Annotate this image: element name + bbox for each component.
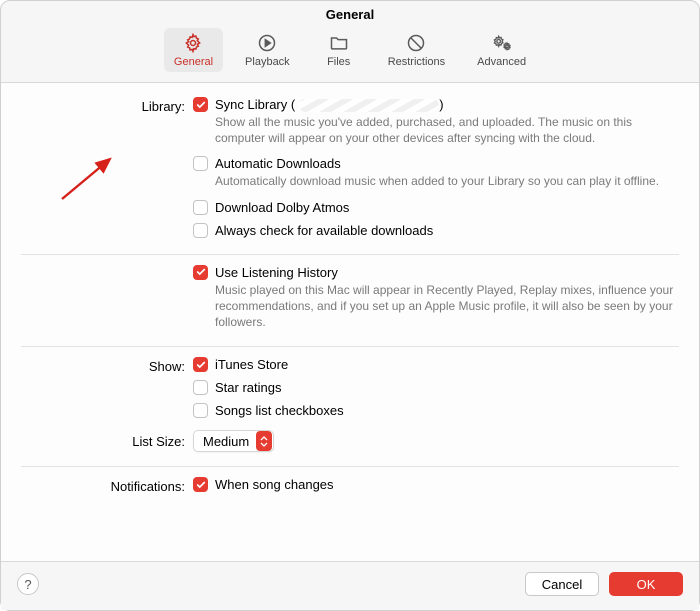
gear-icon — [182, 32, 204, 54]
itunes-store-checkbox[interactable] — [193, 357, 208, 372]
tab-label: Playback — [245, 56, 290, 68]
tab-playback[interactable]: Playback — [235, 28, 300, 72]
automatic-downloads-checkbox[interactable] — [193, 156, 208, 171]
sync-library-desc: Show all the music you've added, purchas… — [215, 114, 675, 146]
itunes-store-label: iTunes Store — [215, 357, 288, 372]
check-downloads-label: Always check for available downloads — [215, 223, 433, 238]
preferences-toolbar: General Playback Files — [1, 24, 699, 83]
star-ratings-checkbox[interactable] — [193, 380, 208, 395]
tab-advanced[interactable]: Advanced — [467, 28, 536, 72]
star-ratings-label: Star ratings — [215, 380, 281, 395]
check-downloads-checkbox[interactable] — [193, 223, 208, 238]
song-changes-checkbox[interactable] — [193, 477, 208, 492]
download-dolby-label: Download Dolby Atmos — [215, 200, 349, 215]
tab-label: General — [174, 56, 213, 68]
list-size-dropdown[interactable]: Medium — [193, 430, 274, 452]
song-changes-label: When song changes — [215, 477, 334, 492]
tab-general[interactable]: General — [164, 28, 223, 72]
library-label: Library: — [21, 97, 193, 114]
notifications-label: Notifications: — [21, 477, 193, 494]
sync-library-checkbox[interactable] — [193, 97, 208, 112]
tab-label: Restrictions — [388, 56, 445, 68]
sync-library-label: Sync Library () — [215, 97, 444, 112]
songs-checkboxes-checkbox[interactable] — [193, 403, 208, 418]
tab-restrictions[interactable]: Restrictions — [378, 28, 455, 72]
play-circle-icon — [256, 32, 278, 54]
songs-checkboxes-label: Songs list checkboxes — [215, 403, 344, 418]
help-button[interactable]: ? — [17, 573, 39, 595]
account-redacted — [299, 99, 439, 112]
ok-button[interactable]: OK — [609, 572, 683, 596]
gears-icon — [491, 32, 513, 54]
cancel-button[interactable]: Cancel — [525, 572, 599, 596]
listening-history-label: Use Listening History — [215, 265, 338, 280]
automatic-downloads-desc: Automatically download music when added … — [215, 173, 675, 189]
tab-label: Advanced — [477, 56, 526, 68]
tab-files[interactable]: Files — [312, 28, 366, 72]
updown-icon — [256, 431, 272, 451]
restrict-icon — [405, 32, 427, 54]
window-title: General — [1, 1, 699, 24]
preferences-content: Library: Sync Library () Show all the mu… — [1, 83, 699, 561]
listening-history-desc: Music played on this Mac will appear in … — [215, 282, 675, 331]
list-size-label: List Size: — [21, 434, 193, 449]
listening-history-checkbox[interactable] — [193, 265, 208, 280]
show-label: Show: — [21, 357, 193, 374]
download-dolby-checkbox[interactable] — [193, 200, 208, 215]
folder-icon — [328, 32, 350, 54]
tab-label: Files — [327, 56, 350, 68]
list-size-value: Medium — [203, 434, 255, 449]
automatic-downloads-label: Automatic Downloads — [215, 156, 341, 171]
